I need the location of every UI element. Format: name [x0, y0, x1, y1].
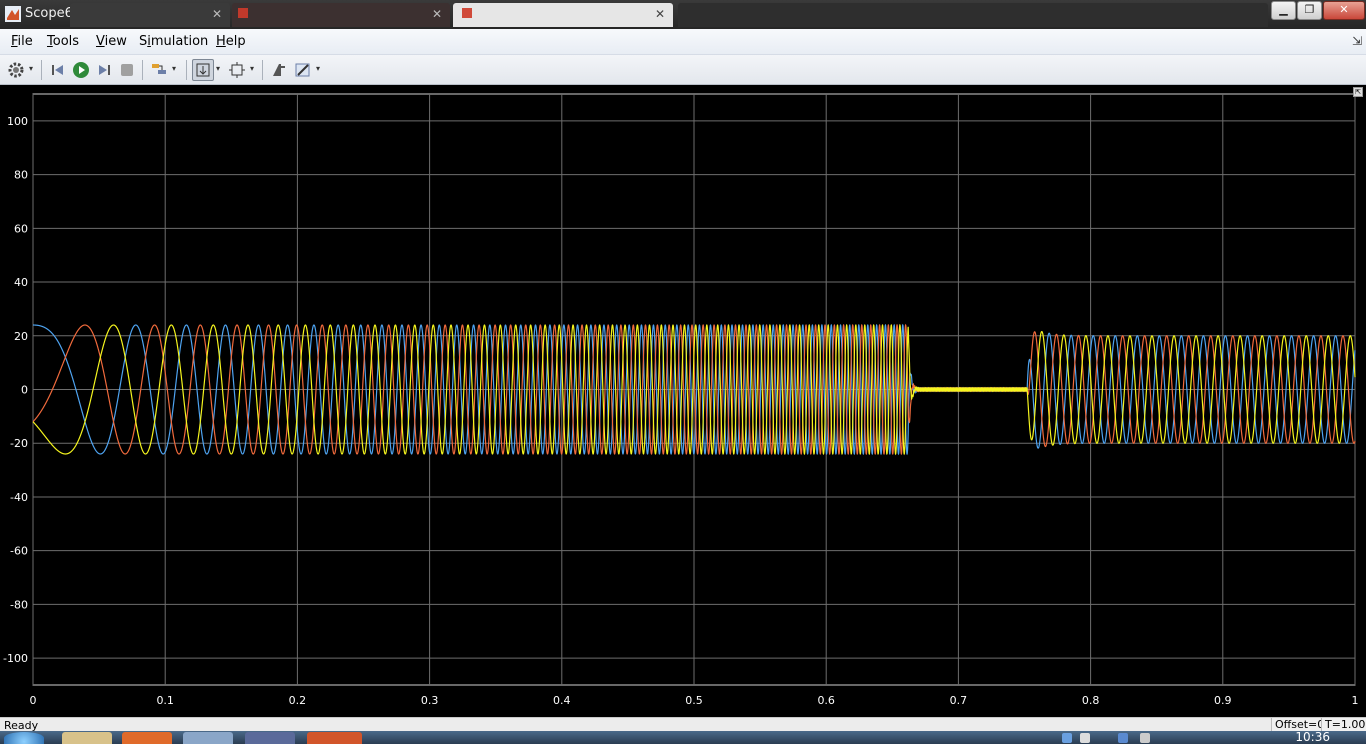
tray-icon[interactable] — [1118, 733, 1128, 743]
step-forward-button[interactable] — [93, 59, 115, 81]
x-tick-label: 0.8 — [1082, 694, 1100, 707]
explorer-icon[interactable] — [62, 732, 112, 744]
x-tick-label: 0.6 — [817, 694, 835, 707]
restore-button[interactable] — [268, 59, 290, 81]
dropdown-arrow[interactable]: ▾ — [316, 64, 320, 73]
run-icon — [73, 62, 89, 78]
background-tab[interactable] — [678, 3, 1268, 27]
start-button[interactable] — [4, 732, 44, 744]
x-tick-label: 0.4 — [553, 694, 571, 707]
undock-icon[interactable]: ⇱ — [1353, 87, 1363, 97]
maximize-button[interactable]: ❐ — [1297, 1, 1322, 20]
taskbar: 10:36 — [0, 731, 1366, 744]
scope-chart[interactable]: 0 0.1 0.2 0.3 0.4 0.5 0.6 0.7 0.8 0.9 1 100 80 60 40 20… — [0, 85, 1366, 717]
window-title: Scope6 — [25, 6, 73, 21]
toolbar: ▾ ▾ ▾ ▾ ▾ — [0, 55, 1366, 85]
y-tick-label: -60 — [10, 545, 28, 558]
run-button[interactable] — [70, 59, 92, 81]
toolbar-separator — [262, 60, 263, 80]
browser-icon[interactable] — [122, 732, 172, 744]
stop-icon — [121, 64, 133, 76]
x-tick-label: 0.1 — [156, 694, 174, 707]
background-tab[interactable]: ✕ — [70, 3, 230, 27]
fit-button[interactable] — [226, 59, 248, 81]
matlab-icon — [5, 6, 21, 22]
measure-icon — [295, 63, 310, 77]
tray-icon[interactable] — [1140, 733, 1150, 743]
settings-button[interactable] — [5, 59, 27, 81]
dropdown-arrow[interactable]: ▾ — [172, 64, 176, 73]
x-tick-label: 0.3 — [421, 694, 439, 707]
dropdown-arrow[interactable]: ▾ — [250, 64, 254, 73]
restore-icon — [273, 64, 285, 76]
background-tab[interactable]: ✕ — [232, 3, 450, 27]
toolbar-separator — [41, 60, 42, 80]
menu-file[interactable]: File — [11, 34, 33, 49]
gear-icon — [8, 62, 24, 78]
dropdown-arrow[interactable]: ▾ — [216, 64, 220, 73]
menu-simulation[interactable]: Simulation — [139, 34, 208, 49]
close-icon[interactable]: ✕ — [212, 7, 222, 21]
y-tick-label: 80 — [14, 169, 28, 182]
scope-window: Scope6 ✕ ✕ ✕ ▁ ❐ ✕ File Tools View Simul… — [0, 0, 1366, 744]
measure-button[interactable] — [292, 59, 314, 81]
x-tick-label: 0.9 — [1214, 694, 1232, 707]
close-button[interactable]: ✕ — [1323, 1, 1365, 20]
app-taskbar-icon[interactable] — [245, 732, 295, 744]
y-tick-label: -100 — [3, 652, 28, 665]
scope-plot[interactable]: 0 0.1 0.2 0.3 0.4 0.5 0.6 0.7 0.8 0.9 1 100 80 60 40 20… — [0, 85, 1366, 717]
y-tick-label: -40 — [10, 491, 28, 504]
minimize-button[interactable]: ▁ — [1271, 1, 1296, 20]
y-tick-label: -80 — [10, 598, 28, 611]
highlight-icon — [152, 64, 166, 74]
close-icon[interactable]: ✕ — [432, 7, 442, 21]
highlight-button[interactable] — [148, 59, 170, 81]
tray-icon[interactable] — [1080, 733, 1090, 743]
zoom-icon — [196, 63, 210, 77]
menu-view[interactable]: View — [96, 34, 127, 49]
x-tick-label: 0.5 — [685, 694, 703, 707]
step-forward-icon — [99, 65, 110, 75]
y-tick-label: 40 — [14, 276, 28, 289]
app-icon — [238, 8, 248, 18]
tray-icon[interactable] — [1062, 733, 1072, 743]
y-tick-label: 20 — [14, 330, 28, 343]
y-tick-label: 100 — [7, 115, 28, 128]
y-tick-label: -20 — [10, 437, 28, 450]
x-tick-label: 0 — [30, 694, 37, 707]
collapse-icon[interactable]: ⇲ — [1352, 34, 1362, 48]
y-tick-label: 0 — [21, 384, 28, 397]
dropdown-arrow[interactable]: ▾ — [29, 64, 33, 73]
step-back-icon — [52, 65, 63, 75]
app-taskbar-icon[interactable] — [183, 732, 233, 744]
background-tab[interactable]: ✕ — [453, 3, 673, 27]
x-tick-label: 0.7 — [950, 694, 968, 707]
fit-icon — [229, 62, 245, 78]
toolbar-separator — [186, 60, 187, 80]
toolbar-separator — [142, 60, 143, 80]
close-icon[interactable]: ✕ — [655, 7, 665, 21]
y-tick-label: 60 — [14, 222, 28, 235]
menu-help[interactable]: Help — [216, 34, 246, 49]
x-tick-label: 1 — [1352, 694, 1359, 707]
stop-button[interactable] — [116, 59, 138, 81]
step-back-button[interactable] — [47, 59, 69, 81]
status-bar: Ready Offset=0 T=1.000 — [0, 717, 1366, 732]
taskbar-clock: 10:36 — [1295, 730, 1330, 744]
zoom-button[interactable] — [192, 59, 214, 81]
matlab-taskbar-icon[interactable] — [307, 732, 362, 744]
app-icon — [462, 8, 472, 18]
menu-bar: File Tools View Simulation Help ⇲ — [0, 29, 1366, 55]
x-tick-label: 0.2 — [289, 694, 307, 707]
menu-tools[interactable]: Tools — [47, 34, 79, 49]
title-bar: Scope6 ✕ ✕ ✕ ▁ ❐ ✕ — [0, 0, 1366, 29]
